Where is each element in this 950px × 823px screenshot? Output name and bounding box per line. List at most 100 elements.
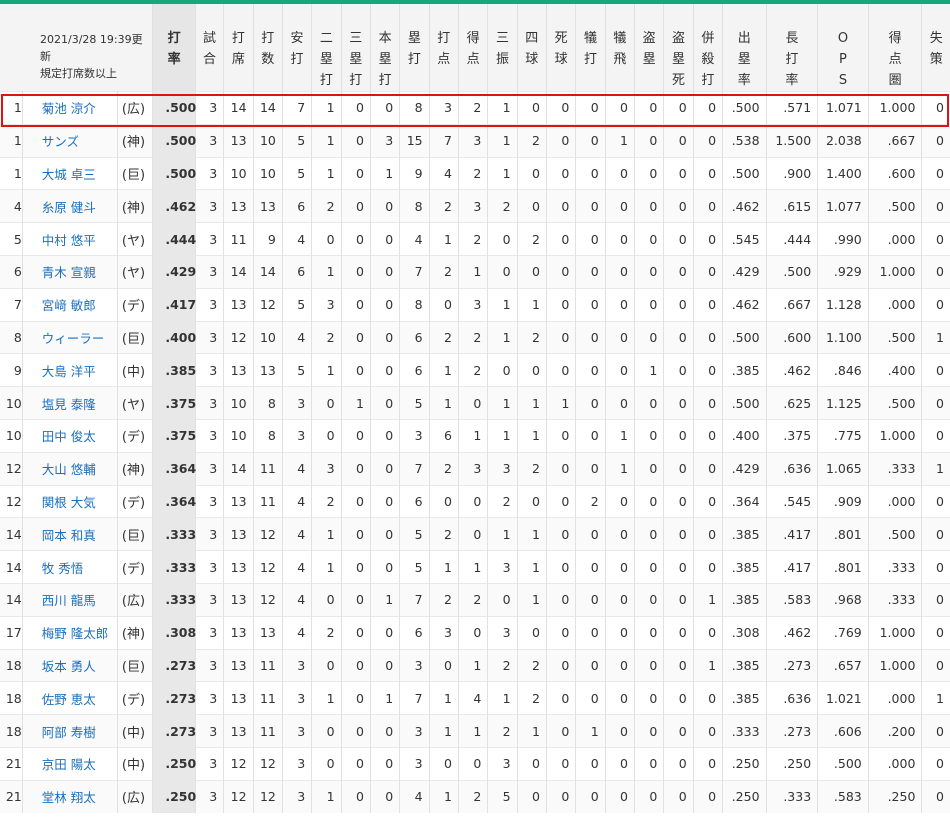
stat-cell: 13 (223, 582, 254, 617)
column-header[interactable]: 打数 (253, 4, 283, 92)
column-header[interactable]: 打席 (223, 4, 254, 92)
column-header[interactable]: 出塁率 (722, 4, 767, 92)
player-name-link[interactable]: 田中 俊太 (42, 429, 96, 444)
header-info: 2021/3/28 19:39更新 規定打席数以上 (0, 4, 154, 92)
column-header[interactable]: 死球 (546, 4, 577, 92)
stat-cell: 5 (282, 123, 313, 158)
stat-cell: 1 (487, 123, 518, 158)
stat-cell: 3 (195, 418, 225, 453)
stat-cell: 13 (223, 189, 254, 223)
player-name-link[interactable]: 佐野 恵太 (42, 692, 96, 707)
column-header[interactable]: 失策 (921, 4, 950, 92)
stat-cell: 3 (311, 287, 342, 322)
player-name-link[interactable]: 岡本 和真 (42, 528, 96, 543)
player-name-link[interactable]: 大城 卓三 (42, 167, 96, 182)
player-name-link[interactable]: 塩見 泰隆 (42, 397, 96, 412)
player-name-link[interactable]: 関根 大気 (42, 495, 96, 510)
stat-cell: 12 (253, 746, 283, 781)
stat-cell: 0 (693, 550, 724, 584)
stat-cell: 1 (458, 714, 489, 748)
stat-cell: 14 (223, 91, 254, 125)
stat-cell: 12 (223, 746, 254, 781)
column-header[interactable]: 長打率 (766, 4, 819, 92)
batting-average-cell: .500 (152, 123, 196, 158)
stat-cell: 7 (429, 123, 459, 158)
table-row: 7 宮﨑 敏郎 (デ) .417 3 13 12 5 3 0 0 8 0 3 1 1 0 0 0 0 0 0.462.66… (0, 287, 950, 322)
column-header[interactable]: 盗塁死 (663, 4, 694, 92)
stat-cell: 8 (253, 418, 283, 453)
column-header[interactable]: 打点 (429, 4, 459, 92)
table-row: 1 菊池 涼介 (広) .500 3 14 14 7 1 0 0 8 3 2 1 0 0 0 0 0 0 0.500.57… (0, 91, 950, 125)
rank-cell: 17 (0, 615, 23, 650)
player-name-link[interactable]: 京田 陽太 (42, 757, 96, 772)
stat-cell: 0 (546, 484, 577, 518)
column-header[interactable]: 試合 (195, 4, 225, 92)
column-header[interactable]: 併殺打 (693, 4, 724, 92)
column-header[interactable]: OPS (817, 4, 869, 92)
column-header[interactable]: 盗塁 (634, 4, 665, 92)
player-name-link[interactable]: サンズ (42, 134, 79, 149)
player-name-link[interactable]: 宮﨑 敏郎 (42, 298, 96, 313)
column-header[interactable]: 塁打 (399, 4, 430, 92)
stat-cell: .900 (766, 156, 819, 190)
stat-cell: 0 (341, 517, 371, 551)
stat-cell: 0 (605, 779, 636, 814)
player-name-link[interactable]: 菊池 涼介 (42, 101, 96, 116)
stat-cell: 0 (663, 254, 694, 289)
table-row: 14 牧 秀悟 (デ) .333 3 13 12 4 1 0 0 5 1 1 3 1 0 0 0 0 0 0.385.41… (0, 550, 950, 584)
stat-cell: .250 (766, 746, 819, 781)
table-row: 8 ウィーラー (巨) .400 3 12 10 4 2 0 0 6 2 2 1 2 0 0 0 0 0 0.500.60… (0, 320, 950, 354)
stat-cell: 0 (693, 615, 724, 650)
stat-cell: .500 (868, 189, 923, 223)
column-header[interactable]: 得点圏 (868, 4, 923, 92)
column-header[interactable]: 本塁打 (370, 4, 401, 92)
column-header[interactable]: 得点 (458, 4, 489, 92)
table-row: 18 阿部 寿樹 (中) .273 3 13 11 3 0 0 0 3 1 1 2 1 0 1 0 0 0 0.333.2… (0, 714, 950, 748)
stat-cell: 0 (663, 648, 694, 682)
stat-cell: 0 (370, 418, 401, 453)
column-header[interactable]: 打率 (152, 4, 196, 92)
player-name-link[interactable]: 青木 宣親 (42, 265, 96, 280)
player-name-link[interactable]: 糸原 健斗 (42, 200, 96, 215)
stat-cell: .462 (766, 615, 819, 650)
rank-cell: 18 (0, 648, 23, 682)
stat-cell: 1 (634, 353, 665, 387)
player-name-link[interactable]: 坂本 勇人 (42, 659, 96, 674)
column-header[interactable]: 安打 (282, 4, 313, 92)
player-name-link[interactable]: ウィーラー (42, 331, 105, 346)
player-name-link[interactable]: 堂林 翔太 (42, 790, 96, 805)
stat-cell: 4 (282, 451, 313, 486)
player-name-link[interactable]: 中村 悠平 (42, 233, 96, 248)
stat-cell: 0 (634, 648, 665, 682)
stat-cell: 1.000 (868, 91, 923, 125)
column-header[interactable]: 三塁打 (341, 4, 371, 92)
column-header[interactable]: 四球 (517, 4, 547, 92)
stat-cell: 6 (399, 484, 430, 518)
stat-cell: 0 (921, 582, 950, 617)
stat-cell: 0 (546, 714, 577, 748)
stat-cell: 0 (546, 681, 577, 715)
stat-cell: 3 (399, 714, 430, 748)
player-name-link[interactable]: 阿部 寿樹 (42, 725, 96, 740)
stat-cell: 1 (341, 386, 371, 420)
stat-cell: 1 (575, 714, 606, 748)
team-cell: (神) (117, 123, 154, 158)
table-row: 10 塩見 泰隆 (ヤ) .375 3 10 8 3 0 1 0 5 1 0 1 1 1 0 0 0 0 0.500.62… (0, 386, 950, 420)
column-header[interactable]: 犠打 (575, 4, 606, 92)
stat-cell: 10 (223, 386, 254, 420)
player-name-link[interactable]: 大島 洋平 (42, 364, 96, 379)
player-name-link[interactable]: 大山 悠輔 (42, 462, 96, 477)
player-name-link[interactable]: 西川 龍馬 (42, 593, 96, 608)
player-name-link[interactable]: 梅野 隆太郎 (42, 626, 108, 641)
column-header[interactable]: 三振 (487, 4, 518, 92)
stat-cell: 0 (370, 222, 401, 256)
player-name-link[interactable]: 牧 秀悟 (42, 561, 83, 576)
stat-cell: 3 (195, 156, 225, 190)
column-header[interactable]: 二塁打 (311, 4, 342, 92)
table-header-row: 2021/3/28 19:39更新 規定打席数以上 打率 試合 打席 打数 安打… (0, 4, 950, 92)
stat-cell: 4 (282, 582, 313, 617)
stat-cell: 11 (253, 451, 283, 486)
stat-cell: 4 (429, 156, 459, 190)
column-header[interactable]: 犠飛 (605, 4, 636, 92)
stat-cell: .600 (766, 320, 819, 354)
